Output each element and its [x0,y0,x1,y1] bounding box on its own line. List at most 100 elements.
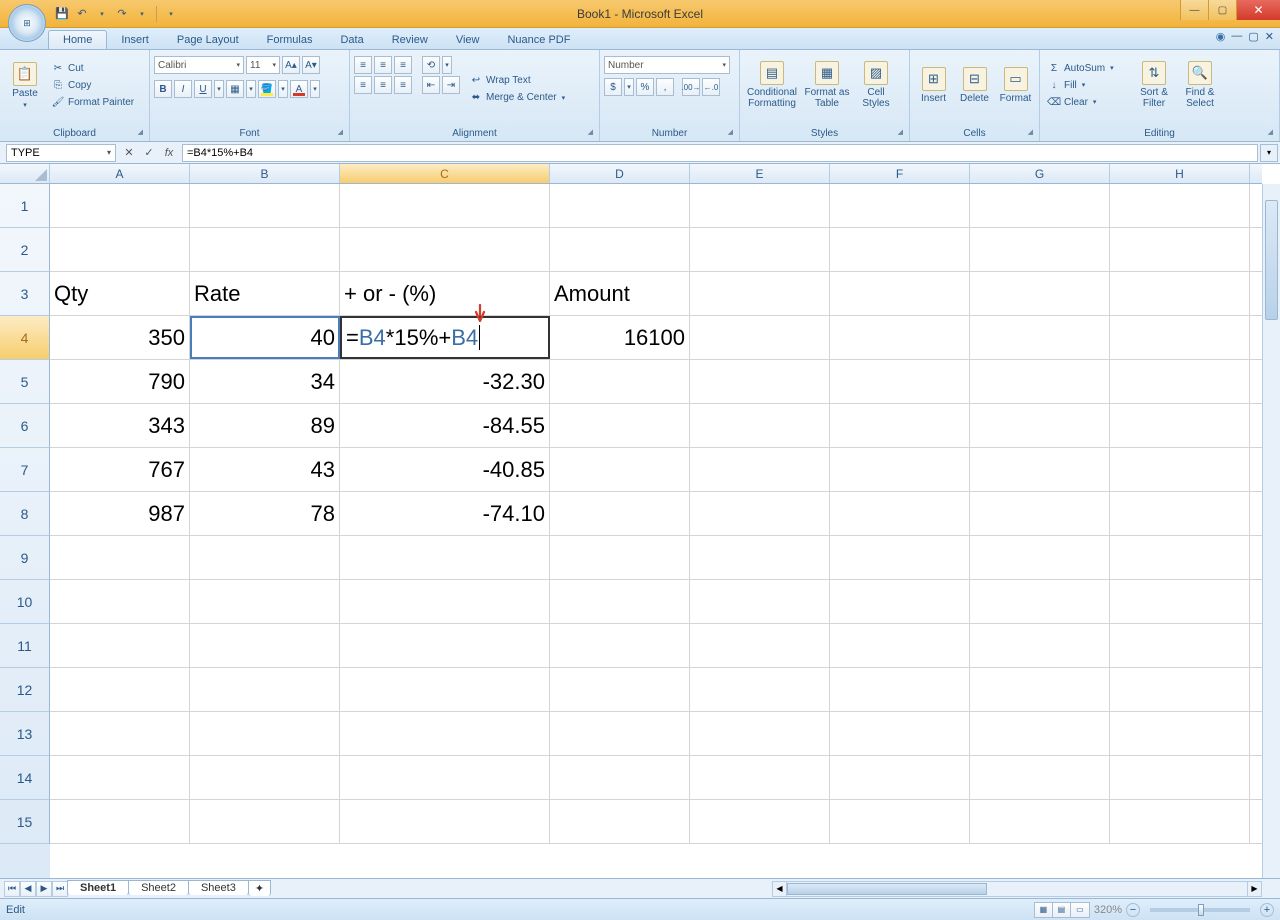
row-header-4[interactable]: 4 [0,316,50,360]
cell-A5[interactable]: 790 [50,360,190,403]
cell-B8[interactable]: 78 [190,492,340,535]
cell-H2[interactable] [1110,228,1250,271]
office-button[interactable]: ⊞ [8,4,46,42]
cell-C2[interactable] [340,228,550,271]
tab-data[interactable]: Data [326,31,377,49]
sort-filter-button[interactable]: ⇅Sort & Filter [1132,52,1176,118]
cell-G6[interactable] [970,404,1110,447]
shrink-font-button[interactable]: A▾ [302,56,320,74]
cell-H13[interactable] [1110,712,1250,755]
row-header-9[interactable]: 9 [0,536,50,580]
autosum-button[interactable]: ΣAutoSum▾ [1044,60,1130,76]
cell-F2[interactable] [830,228,970,271]
decrease-decimal-button[interactable]: ←.0 [702,78,720,96]
comma-button[interactable]: , [656,78,674,96]
cell-C13[interactable] [340,712,550,755]
cell-A2[interactable] [50,228,190,271]
cut-button[interactable]: ✂Cut [48,60,137,76]
row-header-7[interactable]: 7 [0,448,50,492]
cell-A6[interactable]: 343 [50,404,190,447]
horizontal-scrollbar[interactable]: ◀ ▶ [772,881,1262,897]
cell-E8[interactable] [690,492,830,535]
cell-B6[interactable]: 89 [190,404,340,447]
dropdown-icon[interactable]: ▾ [107,148,111,157]
column-header-F[interactable]: F [830,164,970,183]
increase-decimal-button[interactable]: .00→ [682,78,700,96]
cell-A7[interactable]: 767 [50,448,190,491]
scroll-left-button[interactable]: ◀ [773,882,787,896]
wrap-text-button[interactable]: ↩Wrap Text [466,73,568,89]
tab-page-layout[interactable]: Page Layout [163,31,253,49]
cell-D4[interactable]: 16100 [550,316,690,359]
minimize-button[interactable]: — [1180,0,1208,20]
cell-H14[interactable] [1110,756,1250,799]
cell-F3[interactable] [830,272,970,315]
zoom-level[interactable]: 320% [1094,904,1122,916]
formula-input[interactable]: =B4*15%+B4 [182,144,1258,162]
align-bottom-button[interactable]: ≡ [394,56,412,74]
column-header-D[interactable]: D [550,164,690,183]
cell-B4[interactable]: 40 [190,316,340,359]
font-name-select[interactable]: Calibri▾ [154,56,244,74]
bold-button[interactable]: B [154,80,172,98]
cell-A15[interactable] [50,800,190,843]
paste-button[interactable]: 📋 Paste ▾ [4,52,46,118]
cell-A8[interactable]: 987 [50,492,190,535]
clear-button[interactable]: ⌫Clear▾ [1044,94,1130,110]
cell-B14[interactable] [190,756,340,799]
font-color-dropdown[interactable]: ▾ [310,80,320,98]
cell-G13[interactable] [970,712,1110,755]
cell-F9[interactable] [830,536,970,579]
column-header-A[interactable]: A [50,164,190,183]
cell-G9[interactable] [970,536,1110,579]
cell-F4[interactable] [830,316,970,359]
cell-B13[interactable] [190,712,340,755]
cell-D11[interactable] [550,624,690,667]
tab-home[interactable]: Home [48,30,107,49]
help-icon[interactable]: ◉ [1216,30,1226,43]
orientation-dropdown[interactable]: ▾ [442,56,452,74]
cell-D7[interactable] [550,448,690,491]
row-header-10[interactable]: 10 [0,580,50,624]
cell-H4[interactable] [1110,316,1250,359]
enter-formula-button[interactable]: ✓ [140,144,158,162]
cell-D3[interactable]: Amount [550,272,690,315]
fill-button[interactable]: ↓Fill▾ [1044,77,1130,93]
cell-F15[interactable] [830,800,970,843]
cell-D6[interactable] [550,404,690,447]
cell-G7[interactable] [970,448,1110,491]
cell-E9[interactable] [690,536,830,579]
cell-H1[interactable] [1110,184,1250,227]
column-header-H[interactable]: H [1110,164,1250,183]
sheet-tab-1[interactable]: Sheet1 [67,880,129,895]
format-button[interactable]: ▭Format [996,52,1035,118]
cell-E13[interactable] [690,712,830,755]
column-header-E[interactable]: E [690,164,830,183]
border-button[interactable]: ▦ [226,80,244,98]
tab-insert[interactable]: Insert [107,31,163,49]
cell-E14[interactable] [690,756,830,799]
cell-A10[interactable] [50,580,190,623]
cell-E7[interactable] [690,448,830,491]
cell-D9[interactable] [550,536,690,579]
cell-F8[interactable] [830,492,970,535]
cell-E6[interactable] [690,404,830,447]
delete-button[interactable]: ⊟Delete [955,52,994,118]
cell-B9[interactable] [190,536,340,579]
normal-view-button[interactable]: ▦ [1035,903,1053,917]
fill-dropdown[interactable]: ▾ [278,80,288,98]
dropdown-icon[interactable]: ▾ [94,6,110,22]
zoom-slider[interactable] [1150,908,1250,912]
cell-G10[interactable] [970,580,1110,623]
row-header-13[interactable]: 13 [0,712,50,756]
tab-view[interactable]: View [442,31,494,49]
last-sheet-button[interactable]: ⏭ [52,881,68,897]
close-button[interactable]: ✕ [1236,0,1280,20]
row-header-2[interactable]: 2 [0,228,50,272]
insert-button[interactable]: ⊞Insert [914,52,953,118]
row-header-3[interactable]: 3 [0,272,50,316]
cell-C1[interactable] [340,184,550,227]
row-header-11[interactable]: 11 [0,624,50,668]
prev-sheet-button[interactable]: ◀ [20,881,36,897]
cell-A13[interactable] [50,712,190,755]
